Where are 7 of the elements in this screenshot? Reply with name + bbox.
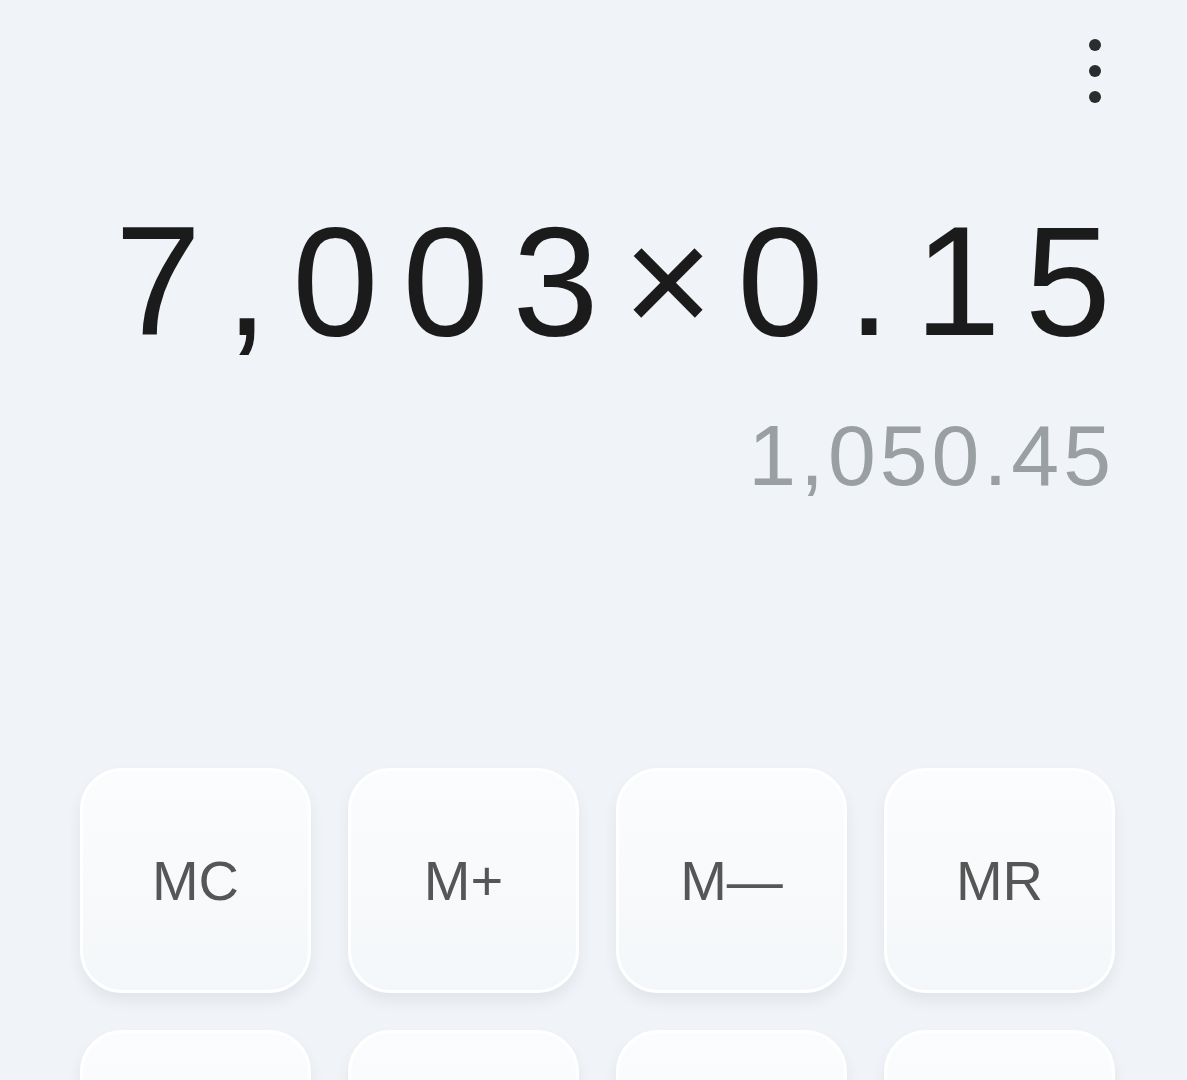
memory-key[interactable]: M—: [616, 768, 847, 993]
memory-key[interactable]: MR: [884, 768, 1115, 993]
menu-icon[interactable]: [1088, 38, 1102, 104]
result-preview: 1,050.45: [748, 412, 1115, 498]
memory-key[interactable]: M+: [348, 768, 579, 993]
memory-key[interactable]: MC: [80, 768, 311, 993]
expression-text: 7,003×0.15: [114, 204, 1135, 359]
